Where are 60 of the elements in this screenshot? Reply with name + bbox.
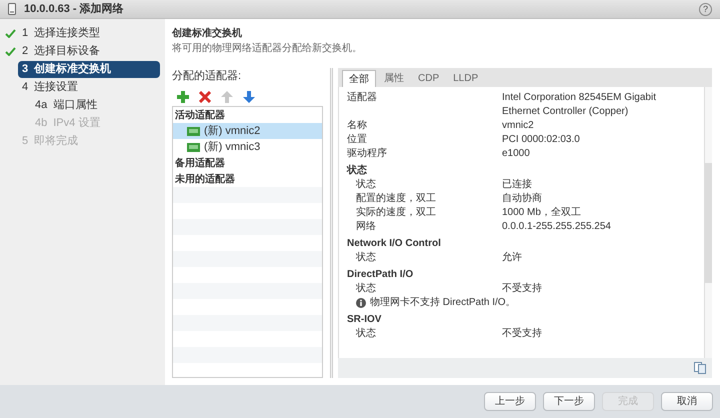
- page-heading: 创建标准交换机: [172, 26, 243, 41]
- wizard-step[interactable]: 4 连接设置: [18, 79, 160, 96]
- section-heading: DirectPath I/O: [347, 268, 414, 282]
- scrollbar[interactable]: [704, 87, 712, 358]
- wizard-button[interactable]: 下一步: [543, 392, 595, 411]
- property-value: Intel Corporation 82545EM Gigabit Ethernet Controller (Copper): [502, 91, 657, 119]
- info-note: 物理网卡不支持 DirectPath I/O。: [370, 296, 516, 310]
- property-label: 实际的速度，双工: [355, 206, 437, 220]
- details-tab[interactable]: CDP: [412, 70, 446, 87]
- property-label: 网络: [355, 220, 377, 234]
- plus-icon: [177, 91, 189, 103]
- property-value: 自动协商: [502, 192, 543, 206]
- property-value: e1000: [502, 147, 531, 161]
- property-value: 已连接: [502, 178, 533, 192]
- page-description: 将可用的物理网络适配器分配给新交换机。: [172, 42, 363, 56]
- arrow-down-icon: [243, 91, 255, 103]
- wizard-step[interactable]: 1 选择连接类型: [18, 25, 160, 42]
- network-card-icon: [187, 126, 200, 136]
- details-tab[interactable]: 属性: [378, 70, 410, 87]
- adapters-label: 分配的适配器:: [172, 69, 242, 84]
- splitter-handle[interactable]: [330, 68, 332, 378]
- property-value: vmnic2: [502, 119, 535, 133]
- wizard-button[interactable]: 上一步: [484, 392, 536, 411]
- property-value: 0.0.0.1-255.255.255.254: [502, 220, 612, 234]
- wizard-step[interactable]: 2 选择目标设备: [18, 43, 160, 60]
- property-label: 状态: [355, 327, 377, 341]
- property-label: 状态: [355, 251, 377, 265]
- section-heading: SR-IOV: [347, 313, 382, 327]
- property-label: 状态: [355, 178, 377, 192]
- property-label: 名称: [347, 119, 368, 133]
- property-label: 驱动程序: [347, 147, 388, 161]
- property-value: PCI 0000:02:03.0: [502, 133, 581, 147]
- property-value: 不受支持: [502, 327, 543, 341]
- arrow-up-icon: [221, 91, 233, 103]
- help-button[interactable]: ?: [699, 2, 712, 16]
- property-label: 位置: [347, 133, 368, 147]
- info-icon: [356, 298, 366, 308]
- host-icon: [8, 3, 16, 15]
- section-heading: Network I/O Control: [347, 237, 442, 251]
- details-tab[interactable]: 全部: [342, 70, 376, 87]
- adapter-item[interactable]: (新) vmnic2: [173, 123, 322, 139]
- network-card-icon: [187, 142, 200, 152]
- add-tool-button[interactable]: [176, 90, 190, 104]
- remove-tool-button[interactable]: [198, 90, 212, 104]
- close-icon: [199, 91, 211, 103]
- property-value: 1000 Mb，全双工: [502, 206, 582, 220]
- wizard-button[interactable]: 取消: [661, 392, 713, 411]
- property-value: 不受支持: [502, 282, 543, 296]
- copy-icon: [694, 362, 706, 374]
- property-label: 状态: [355, 282, 377, 296]
- down-tool-button[interactable]: [242, 90, 256, 104]
- property-label: 配置的速度，双工: [355, 192, 437, 206]
- details-tab[interactable]: LLDP: [447, 70, 484, 87]
- wizard-step[interactable]: 3 创建标准交换机: [18, 61, 160, 78]
- section-heading: 状态: [347, 164, 368, 178]
- property-value: 允许: [502, 251, 523, 265]
- wizard-substep[interactable]: 4a 端口属性: [35, 97, 160, 114]
- adapter-group-header: 备用适配器: [173, 155, 322, 171]
- property-label: 适配器: [347, 91, 378, 105]
- window-title: 10.0.0.63 - 添加网络: [24, 2, 124, 17]
